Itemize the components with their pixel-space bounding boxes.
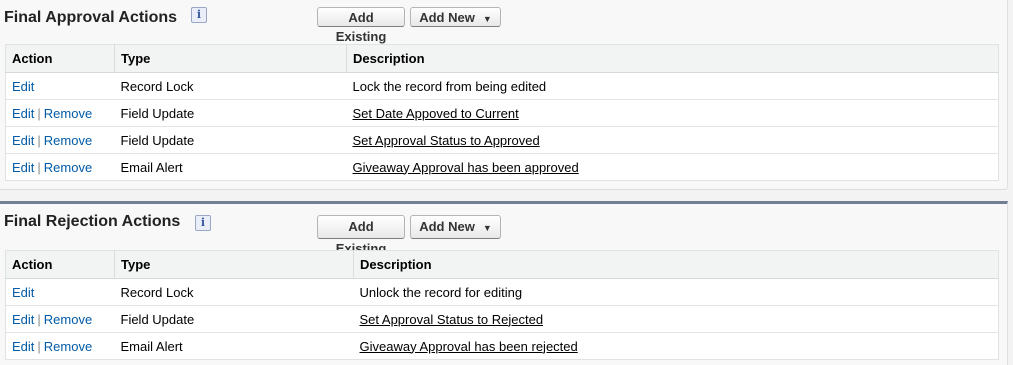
column-header-type[interactable]: Type bbox=[114, 250, 354, 279]
type-cell: Record Lock bbox=[114, 72, 347, 100]
remove-link[interactable]: Remove bbox=[44, 339, 92, 354]
info-icon[interactable]: i bbox=[195, 215, 211, 231]
remove-link[interactable]: Remove bbox=[44, 160, 92, 175]
section-header: Final Rejection Actions i Add Existing A… bbox=[0, 204, 1007, 256]
type-cell: Email Alert bbox=[120, 159, 183, 175]
column-header-type[interactable]: Type bbox=[114, 44, 347, 73]
final-approval-actions-section: Final Approval Actions i Add Existing Ad… bbox=[0, 0, 1008, 190]
rejection-actions-table: Action Type Description Edit Record Lock U… bbox=[5, 250, 999, 360]
action-cell: Edit | Remove bbox=[5, 99, 115, 127]
description-link[interactable]: Giveaway Approval has been approved bbox=[353, 160, 579, 175]
type-cell: Field Update bbox=[114, 126, 347, 154]
action-cell: Edit bbox=[5, 278, 115, 306]
add-existing-button[interactable]: Add Existing bbox=[317, 215, 405, 256]
edit-link[interactable]: Edit bbox=[12, 312, 34, 327]
section-title: Final Approval Actions bbox=[4, 9, 178, 26]
type-cell: Record Lock bbox=[114, 278, 354, 306]
link-separator: | bbox=[37, 338, 41, 354]
edit-link[interactable]: Edit bbox=[12, 133, 34, 148]
type-cell: Email Alert bbox=[120, 338, 183, 354]
link-separator: | bbox=[37, 132, 41, 148]
remove-link[interactable]: Remove bbox=[44, 106, 92, 121]
edit-link[interactable]: Edit bbox=[12, 339, 34, 354]
description-link[interactable]: Set Approval Status to Approved bbox=[353, 133, 540, 148]
table-row: Edit Record Lock Lock the record from bein… bbox=[5, 72, 999, 100]
description-cell: Giveaway Approval has been approved bbox=[347, 154, 999, 181]
remove-link[interactable]: Remove bbox=[44, 312, 92, 327]
description-cell: Lock the record from being edited bbox=[346, 72, 999, 100]
description-cell: Giveaway Approval has been rejected bbox=[354, 333, 999, 360]
description-cell: Set Approval Status to Rejected bbox=[353, 305, 999, 333]
remove-link[interactable]: Remove bbox=[44, 133, 92, 148]
edit-link[interactable]: Edit bbox=[12, 285, 34, 300]
add-new-button[interactable]: Add New ▼ bbox=[410, 215, 501, 239]
table-row: Edit | Remove Field Update Set Approval Stat… bbox=[5, 126, 999, 154]
table-header-row: Action Type Description bbox=[5, 44, 999, 73]
table-row: Edit Record Lock Unlock the record for edi… bbox=[5, 278, 999, 306]
action-cell: Edit | Remove bbox=[5, 305, 115, 333]
description-cell: Set Date Appoved to Current bbox=[346, 99, 999, 127]
description-cell: Unlock the record for editing bbox=[353, 278, 999, 306]
column-header-description[interactable]: Description bbox=[353, 250, 999, 279]
final-rejection-actions-section: Final Rejection Actions i Add Existing A… bbox=[0, 201, 1008, 365]
action-cell: Edit | Remove bbox=[6, 333, 115, 360]
column-header-action[interactable]: Action bbox=[5, 250, 115, 279]
table-row: Edit | Remove Email Alert Giveaway Approval … bbox=[6, 333, 999, 360]
edit-link[interactable]: Edit bbox=[12, 106, 34, 121]
action-cell: Edit | Remove bbox=[6, 154, 115, 181]
link-separator: | bbox=[37, 159, 41, 175]
approval-actions-table: Action Type Description Edit Record Lock L… bbox=[5, 44, 999, 181]
type-cell: Field Update bbox=[114, 305, 354, 333]
add-new-button[interactable]: Add New ▼ bbox=[410, 7, 501, 27]
caret-down-icon: ▼ bbox=[482, 223, 492, 233]
add-new-label: Add New bbox=[419, 219, 475, 234]
info-icon[interactable]: i bbox=[191, 7, 207, 23]
section-title: Final Rejection Actions bbox=[4, 213, 181, 230]
table-row: Edit | Remove Email Alert Giveaway Approval … bbox=[6, 154, 999, 181]
description-cell: Set Approval Status to Approved bbox=[346, 126, 999, 154]
column-header-action[interactable]: Action bbox=[5, 44, 115, 73]
caret-down-icon: ▼ bbox=[482, 14, 492, 24]
link-separator: | bbox=[37, 105, 41, 121]
table-header-row: Action Type Description bbox=[5, 250, 999, 279]
description-link[interactable]: Set Date Appoved to Current bbox=[353, 106, 519, 121]
action-cell: Edit bbox=[5, 72, 115, 100]
table-row: Edit | Remove Field Update Set Date Appoved … bbox=[5, 99, 999, 127]
table-row: Edit | Remove Field Update Set Approval Stat… bbox=[5, 305, 999, 333]
edit-link[interactable]: Edit bbox=[12, 79, 34, 94]
description-link[interactable]: Giveaway Approval has been rejected bbox=[360, 339, 578, 354]
column-header-description[interactable]: Description bbox=[346, 44, 999, 73]
link-separator: | bbox=[37, 311, 41, 327]
edit-link[interactable]: Edit bbox=[12, 160, 34, 175]
action-cell: Edit | Remove bbox=[5, 126, 115, 154]
type-cell: Field Update bbox=[114, 99, 347, 127]
section-header: Final Approval Actions i Add Existing Ad… bbox=[0, 0, 1007, 44]
add-new-label: Add New bbox=[419, 10, 475, 25]
add-existing-button[interactable]: Add Existing bbox=[317, 7, 405, 44]
description-link[interactable]: Set Approval Status to Rejected bbox=[360, 312, 544, 327]
